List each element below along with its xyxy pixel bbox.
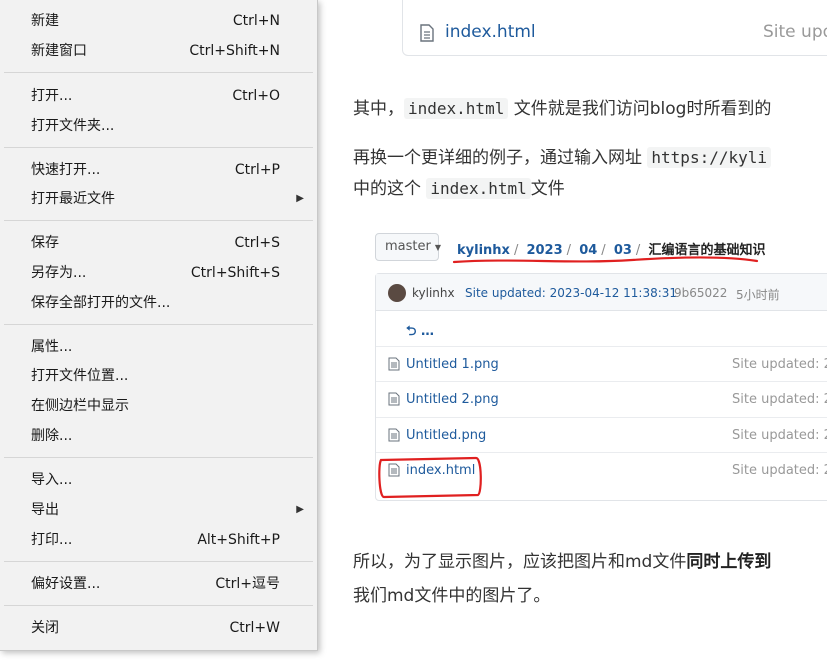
branch-selector: master ▼ (375, 233, 441, 261)
file-updated: Site upd (763, 22, 827, 42)
menu-separator (4, 457, 313, 458)
file-icon (388, 357, 400, 371)
menu-item-export[interactable]: 导出 ▶ (0, 496, 316, 524)
file-menu: 新建 Ctrl+N 新建窗口 Ctrl+Shift+N 打开... Ctrl+O 打开… (0, 0, 318, 651)
paragraph-4: 所以，为了显示图片，应该把图片和md文件同时上传到 (353, 552, 772, 572)
paragraph-5: 我们md文件中的图片了。 (353, 586, 551, 606)
menu-item-new[interactable]: 新建 Ctrl+N (0, 7, 316, 35)
submenu-arrow-icon: ▶ (296, 504, 304, 515)
menu-item-open-recent[interactable]: 打开最近文件 ▶ (0, 185, 316, 213)
inline-code: index.html (426, 178, 531, 199)
list-item: Untitled 1.png Site updated: 20 (376, 346, 827, 382)
menu-item-import[interactable]: 导入... (0, 466, 316, 494)
menu-item-properties[interactable]: 属性... (0, 333, 316, 361)
menu-separator (4, 324, 313, 325)
menu-item-open[interactable]: 打开... Ctrl+O (0, 82, 316, 110)
menu-item-open-folder[interactable]: 打开文件夹... (0, 112, 316, 140)
file-icon (388, 392, 400, 406)
file-icon (420, 24, 434, 42)
menu-item-close[interactable]: 关闭 Ctrl+W (0, 614, 316, 642)
menu-separator (4, 147, 313, 148)
menu-item-reveal-in-sidebar[interactable]: 在侧边栏中显示 (0, 392, 316, 420)
menu-item-delete[interactable]: 删除... (0, 422, 316, 450)
file-name[interactable]: index.html (445, 22, 536, 42)
file-row-index-html[interactable]: index.html Site upd (402, 0, 827, 56)
menu-item-save-as[interactable]: 另存为... Ctrl+Shift+S (0, 259, 316, 287)
menu-separator (4, 605, 313, 606)
caret-down-icon: ▼ (434, 243, 441, 252)
menu-item-new-window[interactable]: 新建窗口 Ctrl+Shift+N (0, 37, 316, 65)
latest-commit-bar: kylinhx Site updated: 2023-04-12 11:38:3… (376, 274, 827, 311)
menu-item-quick-open[interactable]: 快速打开... Ctrl+P (0, 156, 316, 184)
paragraph-2: 再换一个更详细的例子，通过输入网址 https://kyli (353, 145, 771, 171)
red-underline-annotation (452, 256, 759, 264)
paragraph-1: 其中， index.html 文件就是我们访问blog时所看到的 (353, 98, 772, 119)
menu-item-open-file-location[interactable]: 打开文件位置... (0, 362, 316, 390)
submenu-arrow-icon: ▶ (296, 193, 304, 204)
parent-dir-link: ⮌ … (406, 324, 434, 339)
menu-separator (4, 220, 313, 221)
list-item: Untitled.png Site updated: 20 (376, 417, 827, 453)
inline-code: https://kyli (647, 147, 771, 168)
file-icon (388, 428, 400, 442)
menu-item-print[interactable]: 打印... Alt+Shift+P (0, 526, 316, 554)
menu-separator (4, 72, 313, 73)
red-circle-annotation (378, 456, 482, 499)
menu-item-save-all[interactable]: 保存全部打开的文件... (0, 289, 316, 317)
inline-code: index.html (404, 98, 509, 119)
list-item: Untitled 2.png Site updated: 20 (376, 381, 827, 417)
menu-separator (4, 561, 313, 562)
menu-item-preferences[interactable]: 偏好设置... Ctrl+逗号 (0, 570, 316, 598)
menu-item-save[interactable]: 保存 Ctrl+S (0, 229, 316, 257)
paragraph-3: 中的这个 index.html 文件 (353, 178, 565, 199)
back-arrow-icon: ⮌ (406, 324, 417, 339)
avatar (388, 284, 406, 302)
